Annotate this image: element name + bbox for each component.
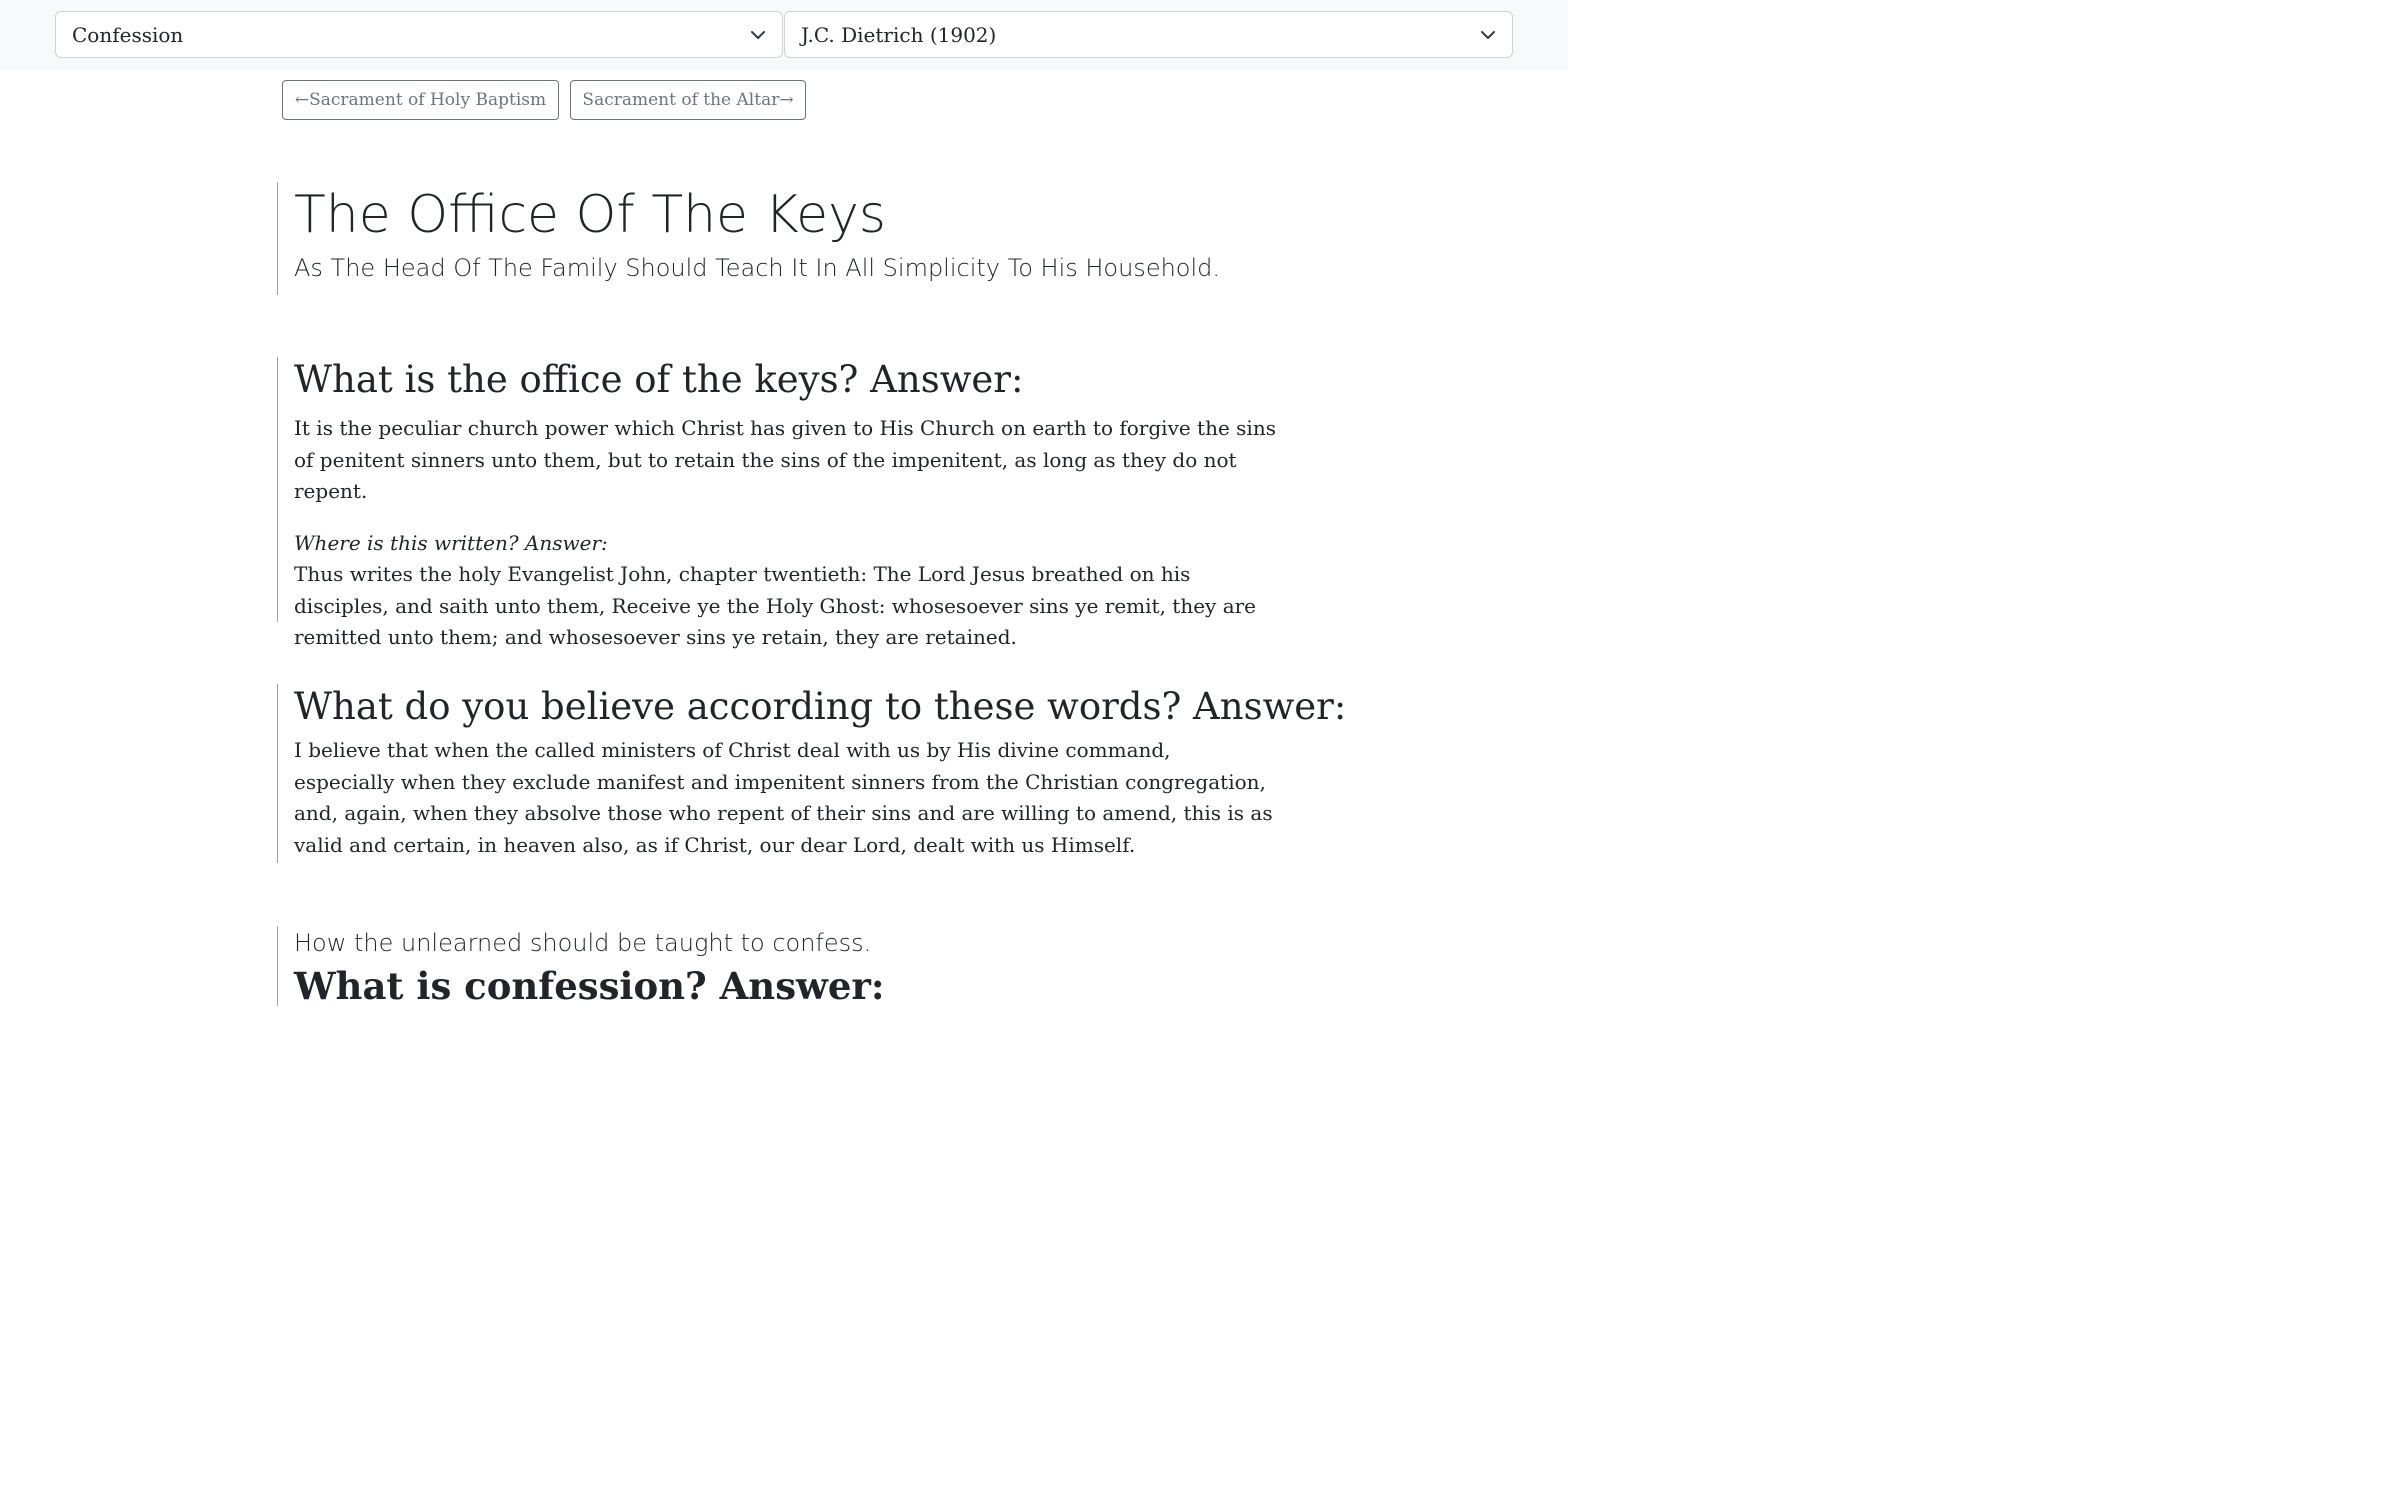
page-header: The Office Of The Keys As The Head Of Th…	[277, 182, 1277, 295]
section-confession: How the unlearned should be taught to co…	[277, 926, 1277, 1008]
scripture-label: Where is this written? Answer:	[294, 530, 608, 555]
section-office-of-keys: What is the office of the keys? Answer: …	[277, 357, 1277, 649]
question-heading: What is the office of the keys? Answer:	[294, 358, 1024, 401]
translation-select[interactable]: J.C. Dietrich (1902)	[784, 11, 1513, 58]
scripture-text: Thus writes the holy Evangelist John, ch…	[294, 562, 1257, 649]
next-section-button[interactable]: Sacrament of the Altar→	[570, 80, 806, 120]
chevron-down-icon	[751, 31, 765, 39]
section-intro: How the unlearned should be taught to co…	[294, 929, 872, 957]
translation-select-value: J.C. Dietrich (1902)	[801, 22, 997, 47]
question-heading: What do you believe according to these w…	[294, 685, 1347, 728]
page-subtitle: As The Head Of The Family Should Teach I…	[294, 254, 1221, 282]
answer-text: It is the peculiar church power which Ch…	[294, 416, 1276, 503]
answer-text: I believe that when the called ministers…	[294, 738, 1273, 857]
previous-section-button[interactable]: ←Sacrament of Holy Baptism	[282, 80, 559, 120]
page-title: The Office Of The Keys	[294, 185, 886, 245]
top-bar: Confession J.C. Dietrich (1902)	[0, 0, 1568, 70]
section-belief: What do you believe according to these w…	[277, 684, 1347, 863]
chevron-down-icon	[1481, 31, 1495, 39]
question-heading: What is confession? Answer:	[294, 964, 885, 1008]
section-select-value: Confession	[72, 22, 184, 47]
section-select[interactable]: Confession	[55, 11, 783, 58]
